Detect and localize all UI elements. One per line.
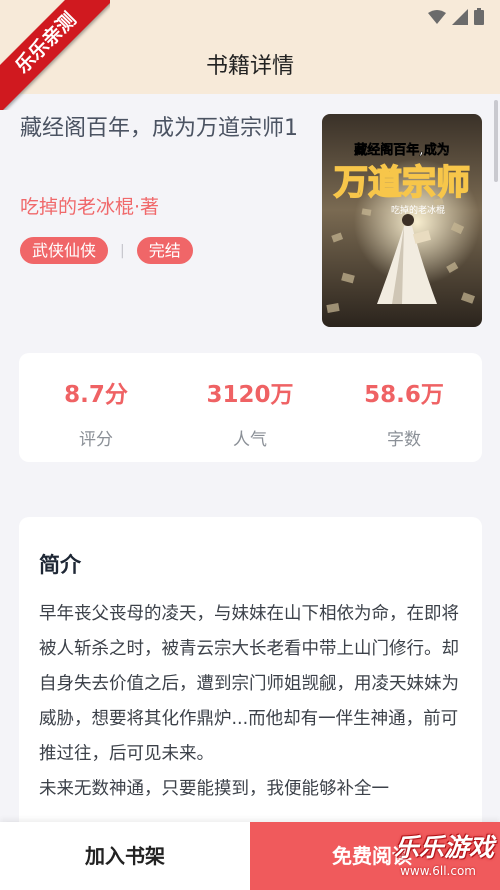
stat-rating: 8.7分 评分: [19, 375, 173, 450]
tag-genre[interactable]: 武侠仙侠: [20, 237, 109, 264]
stat-rating-value: 8.7分: [64, 382, 128, 408]
add-to-shelf-button[interactable]: 加入书架: [0, 822, 250, 890]
stat-popularity: 3120万 人气: [173, 375, 327, 450]
book-author: 吃掉的老冰棍·著: [20, 196, 160, 218]
cover-title-big: 万道宗师: [334, 163, 470, 203]
book-title: 藏经阁百年，成为万道宗师1: [20, 116, 298, 141]
stat-popularity-value: 3120万: [206, 382, 294, 408]
signal-icon: [452, 8, 468, 25]
watermark-url: www.6ll.com: [400, 864, 476, 878]
wifi-icon: [428, 9, 446, 24]
cover-title-line1: 藏经阁百年,成为: [354, 142, 450, 158]
book-tags: 武侠仙侠 | 完结: [20, 237, 193, 264]
stat-rating-label: 评分: [79, 430, 113, 450]
stat-wordcount: 58.6万 字数: [327, 375, 481, 450]
site-watermark: 乐乐游戏 www.6ll.com: [346, 828, 496, 886]
stat-wordcount-value: 58.6万: [364, 382, 444, 408]
scrollbar[interactable]: [494, 100, 498, 182]
battery-icon: [474, 8, 484, 25]
book-cover[interactable]: 藏经阁百年,成为 万道宗师 吃掉的老冰棍: [322, 114, 482, 327]
synopsis-text: 早年丧父丧母的凌天，与妹妹在山下相依为命，在即将被人斩杀之时，被青云宗大长老看中…: [39, 604, 459, 799]
tag-separator: |: [120, 242, 125, 259]
corner-watermark-ribbon: 乐乐亲测: [0, 0, 110, 110]
stat-wordcount-label: 字数: [387, 430, 421, 450]
cover-author: 吃掉的老冰棍: [391, 204, 445, 216]
ribbon-text: 乐乐亲测: [0, 0, 110, 110]
stats-card: 8.7分 评分 3120万 人气 58.6万 字数: [19, 353, 482, 462]
synopsis-heading: 简介: [39, 553, 81, 577]
tag-status[interactable]: 完结: [136, 237, 193, 264]
watermark-brand: 乐乐游戏: [393, 833, 494, 862]
stat-popularity-label: 人气: [233, 430, 267, 450]
